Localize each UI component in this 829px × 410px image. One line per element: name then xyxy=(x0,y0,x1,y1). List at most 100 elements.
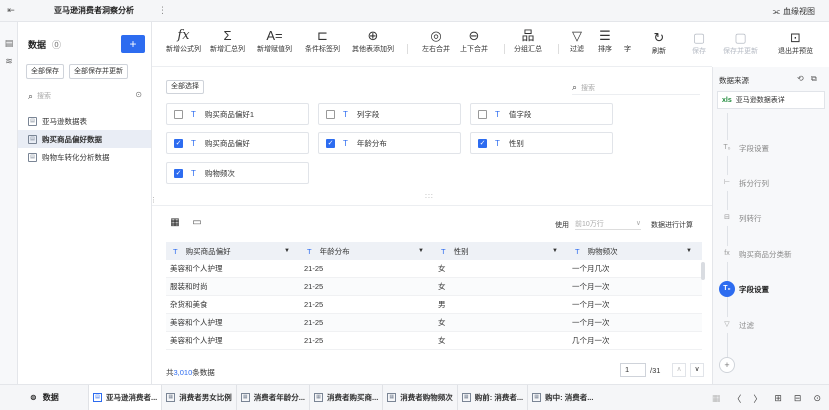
field-card[interactable]: T 列字段 xyxy=(318,103,461,125)
list-item[interactable]: ▤ 购买商品偏好数据 xyxy=(18,130,151,148)
table-row: 美容和个人护理 21-25 女几个月一次 xyxy=(166,332,702,350)
source-title: 数据来源 xyxy=(719,76,749,85)
tab-sheet[interactable]: ▤ 亚马逊消费者... xyxy=(88,384,162,410)
step-field-settings[interactable]: T₀ 字段设置 xyxy=(719,139,769,157)
add-formula-column-button[interactable]: fx 新增公式列 xyxy=(166,28,201,55)
refresh-button[interactable]: ↻ 刷新 xyxy=(652,30,666,57)
divider xyxy=(558,44,559,54)
row-limit-select[interactable]: 前10万行 ∨ xyxy=(575,219,641,230)
column-header[interactable]: T 购买商品偏好 ▼ xyxy=(166,246,300,257)
field-view-icon[interactable]: ▭ xyxy=(190,216,204,230)
tab-sheet[interactable]: ▦ 购中: 消费者... xyxy=(527,384,597,410)
list-item[interactable]: ▤ 购物车转化分析数据 xyxy=(18,148,151,166)
source-item[interactable]: xls 亚马逊数据表详 xyxy=(717,91,825,109)
component-icon: ▦ xyxy=(532,393,542,402)
caret-down-icon[interactable]: ▼ xyxy=(418,248,424,254)
exit-preview-icon: ⊡ xyxy=(790,30,801,45)
group-summary-button[interactable]: 品分组汇总 xyxy=(514,28,542,55)
field-setting-icon: T₀ xyxy=(719,140,735,156)
checkbox[interactable] xyxy=(174,109,183,119)
database-icon: ⊜ xyxy=(30,393,37,402)
add-dashboard-icon[interactable]: ⊟ xyxy=(794,393,802,404)
up-down-merge-button[interactable]: ⊖ 上下合并 xyxy=(460,28,488,55)
add-data-button[interactable]: + xyxy=(121,35,145,53)
checkbox-checked[interactable]: ✓ xyxy=(478,138,487,148)
step-column-to-row[interactable]: ⊟ 列转行 xyxy=(719,209,762,227)
save-and-update-button[interactable]: ▢ 保存并更新 xyxy=(723,30,758,57)
field-card[interactable]: ✓ T 年龄分布 xyxy=(318,132,461,154)
panel-resize-handle[interactable]: ⋮ xyxy=(150,196,157,204)
back-icon[interactable]: ⇤ xyxy=(0,5,22,16)
step-field-settings-active[interactable]: T₀ 字段设置 xyxy=(719,280,769,298)
lineage-view-button[interactable]: ⫘ 血缘视图 xyxy=(773,6,815,17)
add-from-other-table-button[interactable]: ⊕ 其他表添加列 xyxy=(352,28,394,55)
tab-sheet[interactable]: ▦ 消费者年龄分... xyxy=(235,384,309,410)
add-assign-column-button[interactable]: A= 新增赋值列 xyxy=(257,28,292,55)
split-icon: ⊢ xyxy=(719,175,735,191)
step-split-rows[interactable]: ⊢ 拆分行列 xyxy=(719,174,769,192)
chevron-left-icon[interactable]: 〈 xyxy=(732,392,741,405)
relation-icon[interactable]: ≋ xyxy=(0,52,18,70)
data-panel: 数据 ⓪ + 全部保存 全部保存并更新 ⌕ 搜索 ⊙ ▤ 亚马逊数据表 ▤ 购买商品… xyxy=(18,22,152,384)
column-header[interactable]: T 性别 ▼ xyxy=(434,246,568,257)
field-button[interactable]: 字 xyxy=(624,28,631,55)
caret-down-icon[interactable]: ▼ xyxy=(552,248,558,254)
checkbox-checked[interactable]: ✓ xyxy=(174,168,183,178)
save-button[interactable]: ▢ 保存 xyxy=(692,30,706,57)
vertical-scrollbar[interactable] xyxy=(701,262,705,280)
excel-icon: xls xyxy=(722,96,732,104)
select-all-button[interactable]: 全部选择 xyxy=(166,80,204,94)
step-product-category[interactable]: fx 购买商品分类新 xyxy=(719,245,792,263)
data-search-input[interactable]: ⌕ 搜索 ⊙ xyxy=(28,89,146,103)
checkbox[interactable] xyxy=(326,109,335,119)
condition-tag-column-button[interactable]: ⊏ 条件标签列 xyxy=(305,28,340,55)
data-panel-title: 数据 xyxy=(28,40,47,50)
caret-down-icon[interactable]: ▼ xyxy=(284,248,290,254)
step-filter[interactable]: ▽ 过滤 xyxy=(719,316,754,334)
replace-source-icon[interactable]: ⟲ xyxy=(797,74,804,83)
save-all-button[interactable]: 全部保存 xyxy=(26,64,64,79)
checkbox[interactable] xyxy=(478,109,487,119)
tab-sheet[interactable]: ▦ 购前: 消费者... xyxy=(456,384,527,410)
resize-handle[interactable]: ::: xyxy=(425,193,434,200)
sort-button[interactable]: ☰ 排序 xyxy=(598,28,612,55)
data-tab[interactable]: ⊜ 数据 xyxy=(0,392,88,403)
exit-preview-button[interactable]: ⊡ 退出并预览 xyxy=(778,30,813,57)
tab-sheet[interactable]: ▦ 消费者男女比例 xyxy=(161,384,236,410)
join-icon: ◎ xyxy=(430,28,442,43)
chevron-right-icon[interactable]: 〉 xyxy=(753,392,762,405)
dataset-icon[interactable]: ▤ xyxy=(0,34,18,52)
caret-down-icon[interactable]: ▼ xyxy=(686,248,692,254)
copy-icon[interactable]: ⧉ xyxy=(811,74,817,84)
field-chooser: 全部选择 ⌕ 搜索 T 购买商品偏好1 T 列字段 T 值字段 ✓ T 购买商品偏好 ✓ T… xyxy=(152,67,712,200)
grid-view-icon[interactable]: ▦ xyxy=(168,216,182,230)
add-component-icon[interactable]: ⊞ xyxy=(774,393,782,404)
checkbox-checked[interactable]: ✓ xyxy=(174,138,183,148)
formula-icon: fx xyxy=(177,28,190,43)
field-card[interactable]: ✓ T 购物频次 xyxy=(166,162,309,184)
field-card[interactable]: ✓ T 性别 xyxy=(470,132,613,154)
chevron-down-icon[interactable]: ∨ xyxy=(690,363,704,377)
add-summary-column-button[interactable]: Σ 新增汇总列 xyxy=(210,28,245,55)
more-options-icon[interactable]: ⊙ xyxy=(135,90,142,99)
filter-button[interactable]: ▽ 过滤 xyxy=(570,28,584,55)
left-right-merge-button[interactable]: ◎ 左右合并 xyxy=(422,28,450,55)
field-card[interactable]: T 购买商品偏好1 xyxy=(166,103,309,125)
field-card[interactable]: T 值字段 xyxy=(470,103,613,125)
chevron-up-icon[interactable]: ∧ xyxy=(672,363,686,377)
column-header[interactable]: T 购物频次 ▼ xyxy=(568,246,702,257)
tab-sheet[interactable]: ▦ 消费者购买商... xyxy=(309,384,382,410)
checkbox-checked[interactable]: ✓ xyxy=(326,138,335,148)
info-icon[interactable]: ⓪ xyxy=(52,38,61,51)
list-item[interactable]: ▤ 亚马逊数据表 xyxy=(18,112,151,130)
field-search-input[interactable]: ⌕ 搜索 xyxy=(572,81,700,95)
add-step-button[interactable]: + xyxy=(719,357,735,373)
page-input[interactable]: 1 xyxy=(620,363,646,377)
column-header[interactable]: T 年龄分布 ▼ xyxy=(300,246,434,257)
text-type-icon: T xyxy=(575,246,580,256)
field-card[interactable]: ✓ T 购买商品偏好 xyxy=(166,132,309,154)
tab-sheet[interactable]: ▦ 消费者购物频次 xyxy=(382,384,457,410)
collapse-icon[interactable]: ⊙ xyxy=(813,393,821,404)
save-all-update-button[interactable]: 全部保存并更新 xyxy=(69,64,128,79)
more-icon[interactable]: ⋮ xyxy=(158,5,167,16)
